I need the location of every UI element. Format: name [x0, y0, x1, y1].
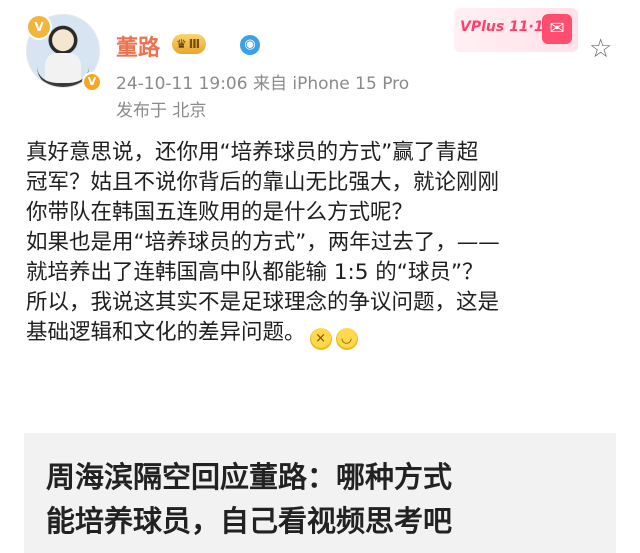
- post-text-line: 真好意思说，还你用“培养球员的方式”赢了青超: [26, 140, 479, 165]
- post-text-line: 所以，我说这其实不是足球理念的争议问题，这是: [26, 290, 500, 315]
- crown-icon: ♛: [176, 37, 187, 51]
- member-level-label: Ⅲ: [188, 37, 201, 51]
- linked-article-card[interactable]: 周海滨隔空回应董路：哪种方式 能培养球员，自己看视频思考吧: [24, 433, 616, 553]
- post-text-line: 你带队在韩国五连败用的是什么方式呢？: [26, 200, 414, 225]
- post-text-line: 基础逻辑和文化的差异问题。: [26, 320, 306, 345]
- verified-badge-icon: V: [82, 72, 102, 92]
- linked-article-title-line: 能培养球员，自己看视频思考吧: [46, 504, 453, 538]
- linked-article-title-line: 周海滨隔空回应董路：哪种方式: [46, 460, 453, 494]
- post-header: V V 董路 ♛ Ⅲ ◉ 24-10-11 19:06 来自 iPhone 15…: [0, 0, 640, 125]
- post-text-line-last: 基础逻辑和文化的差异问题。 × ◡: [26, 318, 626, 350]
- vplus-promo-banner[interactable]: VPlus 11·11 ✉: [454, 8, 578, 52]
- author-name[interactable]: 董路: [116, 30, 160, 62]
- fear-face-emoji-icon: ×: [309, 328, 332, 350]
- post-meta: 24-10-11 19:06 来自 iPhone 15 Pro: [116, 69, 409, 94]
- post-location: 发布于 北京: [116, 101, 207, 121]
- globe-icon[interactable]: ◉: [240, 35, 260, 55]
- post-source: 来自 iPhone 15 Pro: [252, 74, 410, 94]
- vplus-promo-label: VPlus 11·11: [460, 19, 554, 35]
- gift-icon: ✉: [542, 14, 572, 44]
- crown-badge-icon: V: [26, 14, 52, 40]
- member-level-badge[interactable]: ♛ Ⅲ: [172, 34, 207, 54]
- post-timestamp: 24-10-11 19:06: [116, 74, 248, 94]
- linked-article-title: 周海滨隔空回应董路：哪种方式 能培养球员，自己看视频思考吧: [46, 455, 606, 543]
- post-text-line: 如果也是用“培养球员的方式”，两年过去了，——: [26, 230, 500, 255]
- laugh-tears-emoji-icon: ◡: [335, 328, 358, 350]
- post-text-line: 就培养出了连韩国高中队都能输 1:5 的“球员”？: [26, 260, 484, 285]
- favorite-star-icon[interactable]: ☆: [589, 34, 612, 64]
- post-text-line: 冠军？姑且不说你背后的靠山无比强大，就论刚刚: [26, 170, 500, 195]
- avatar[interactable]: V V: [26, 14, 102, 92]
- post-text: 真好意思说，还你用“培养球员的方式”赢了青超 冠军？姑且不说你背后的靠山无比强大…: [26, 138, 626, 350]
